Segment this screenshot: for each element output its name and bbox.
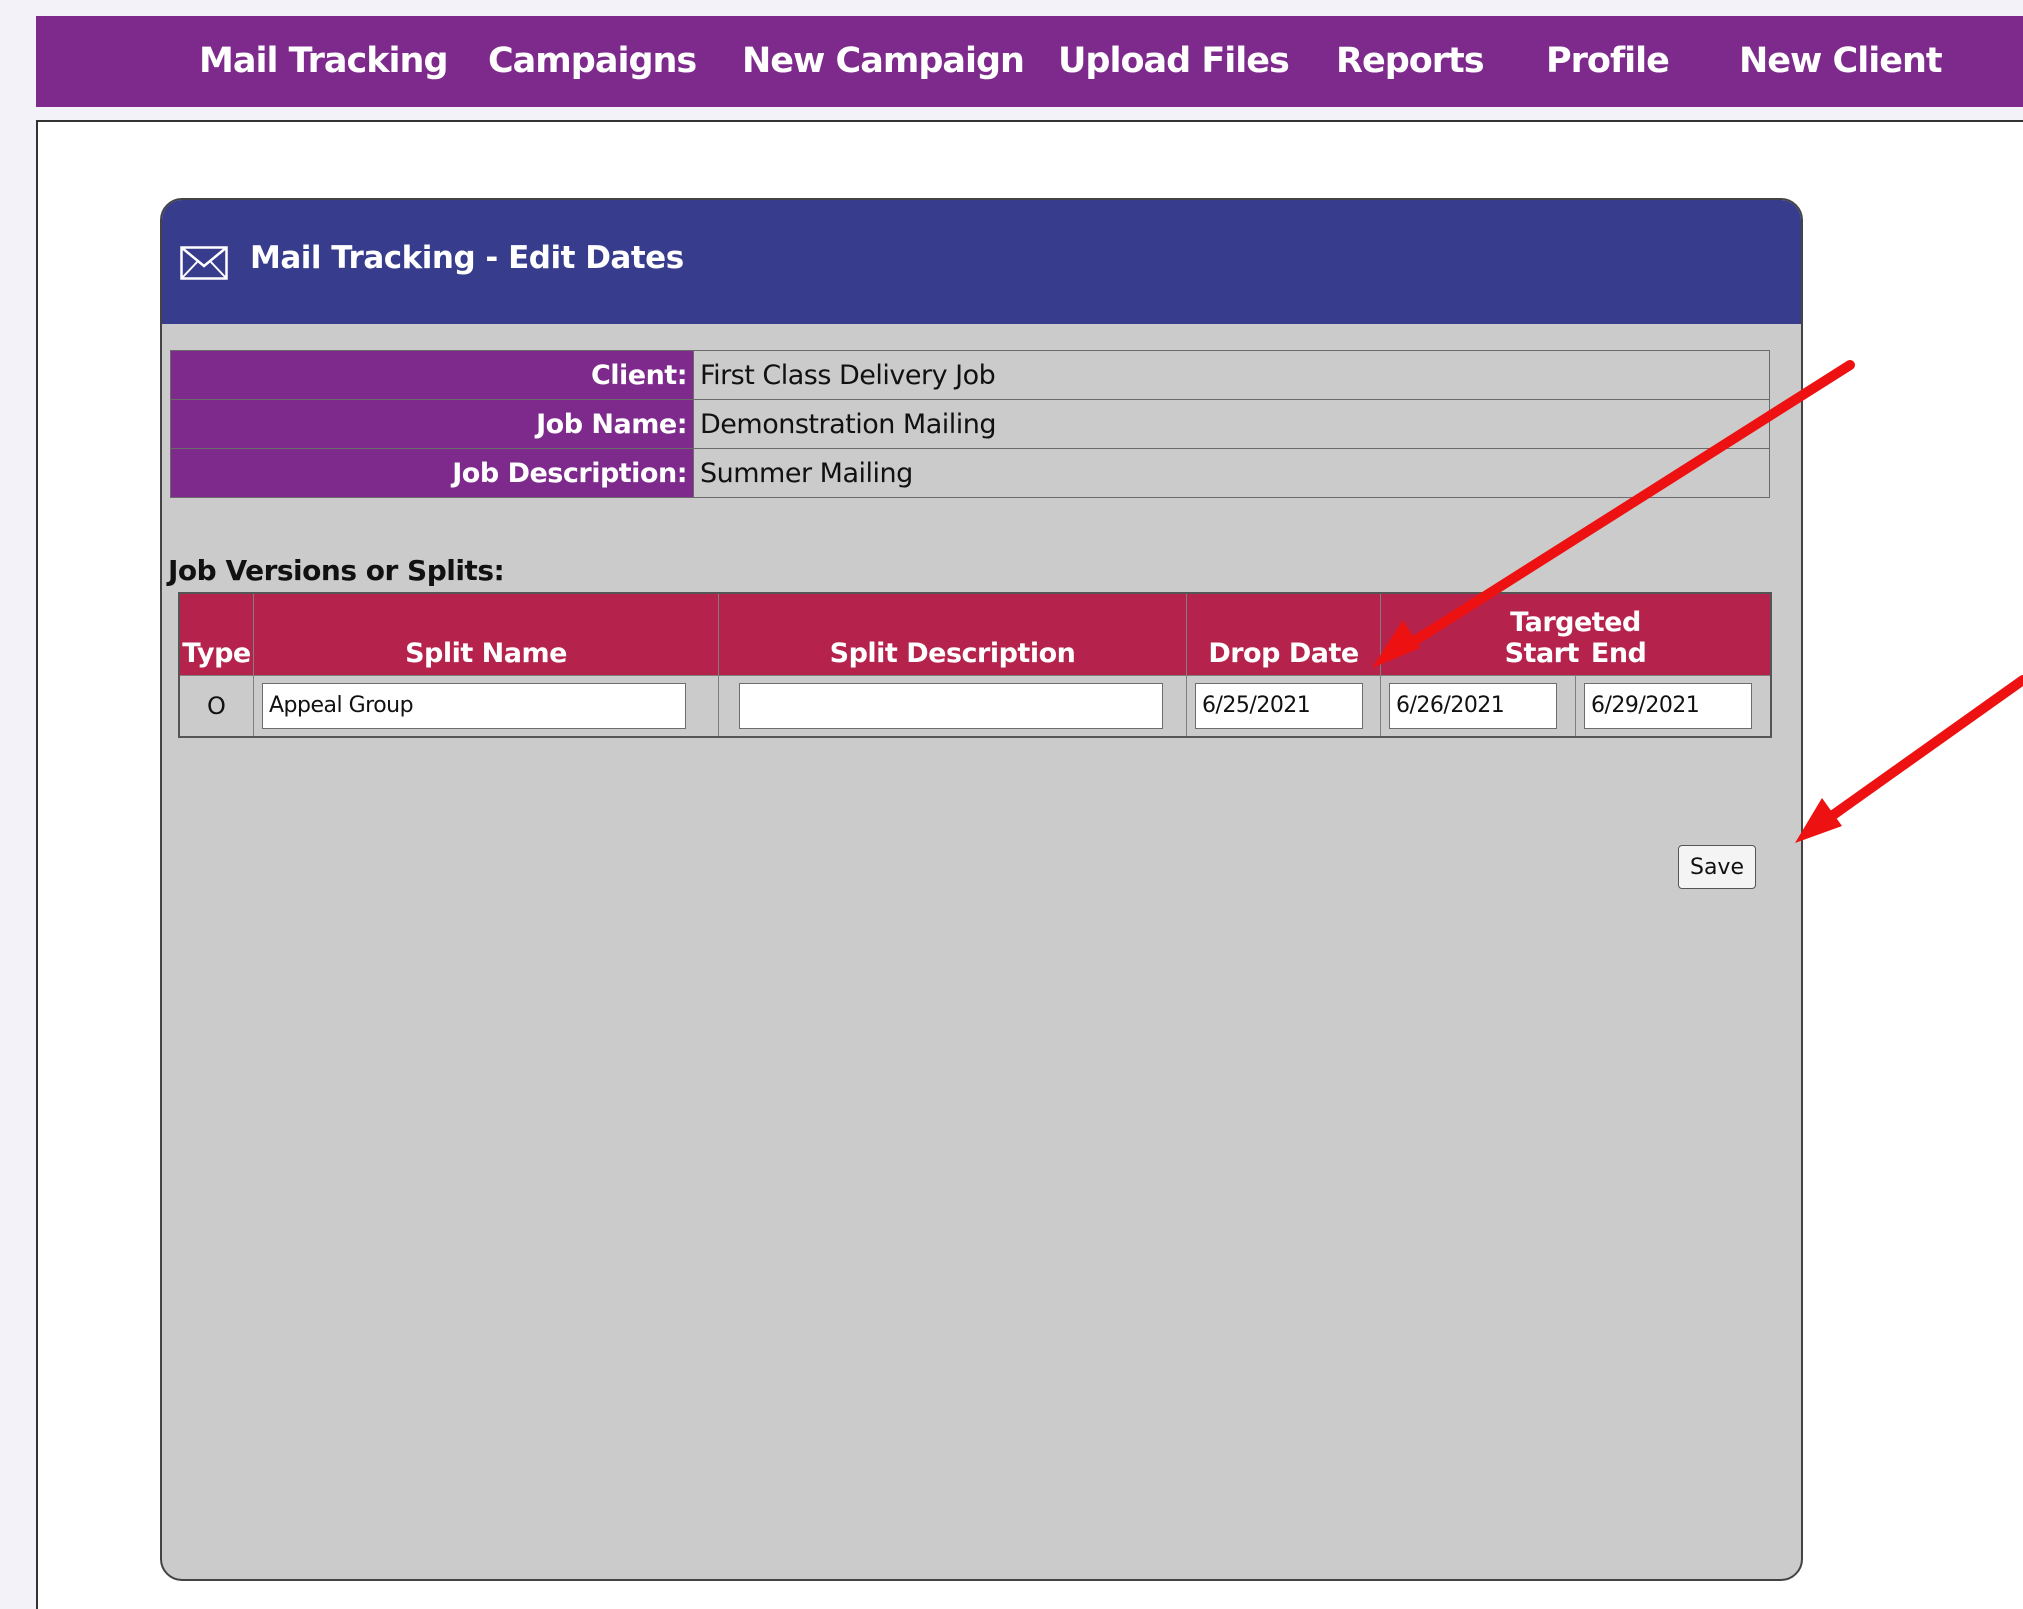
split-description-cell (718, 674, 1187, 737)
type-cell: O (178, 674, 254, 737)
nav-mail-tracking[interactable]: Mail Tracking (199, 16, 449, 107)
target-start-input[interactable] (1389, 682, 1557, 729)
split-description-input[interactable] (739, 682, 1163, 729)
panel-header: Mail Tracking - Edit Dates (162, 200, 1801, 324)
target-end-cell (1575, 674, 1772, 737)
target-start-cell (1380, 674, 1576, 737)
job-name-row: Job Name: Demonstration Mailing (170, 399, 1770, 449)
splits-table: Type Split Name Split Description Drop D… (178, 592, 1772, 738)
targeted-subheaders: Start End (1381, 638, 1770, 669)
client-value: First Class Delivery Job (693, 350, 1770, 400)
nav-profile[interactable]: Profile (1546, 16, 1670, 107)
job-description-value: Summer Mailing (693, 448, 1770, 498)
type-header: Type (178, 592, 254, 676)
target-end-header: End (1590, 637, 1647, 669)
split-description-header: Split Description (718, 592, 1187, 676)
drop-date-cell (1186, 674, 1381, 737)
split-name-input[interactable] (262, 682, 686, 729)
job-name-value: Demonstration Mailing (693, 399, 1770, 449)
job-description-label: Job Description: (170, 448, 694, 498)
target-start-header: Start (1504, 637, 1580, 669)
target-end-input[interactable] (1584, 682, 1752, 729)
splits-section-label: Job Versions or Splits: (168, 554, 505, 587)
nav-reports[interactable]: Reports (1336, 16, 1485, 107)
splits-header-row: Type Split Name Split Description Drop D… (178, 592, 1772, 676)
job-description-row: Job Description: Summer Mailing (170, 448, 1770, 498)
top-nav-bar: Mail Tracking Campaigns New Campaign Upl… (36, 16, 2023, 107)
nav-upload-files[interactable]: Upload Files (1058, 16, 1290, 107)
table-row: O (178, 674, 1772, 737)
job-info-table: Client: First Class Delivery Job Job Nam… (170, 350, 1770, 498)
split-name-cell (253, 674, 719, 737)
save-button[interactable]: Save (1678, 845, 1756, 889)
client-label: Client: (170, 350, 694, 400)
client-row: Client: First Class Delivery Job (170, 350, 1770, 400)
job-name-label: Job Name: (170, 399, 694, 449)
drop-date-header: Drop Date (1186, 592, 1381, 676)
nav-new-client[interactable]: New Client (1739, 16, 1943, 107)
edit-dates-panel: Mail Tracking - Edit Dates Client: First… (160, 198, 1803, 1581)
drop-date-input[interactable] (1195, 682, 1363, 729)
envelope-icon (180, 246, 228, 280)
targeted-header: Targeted Start End (1380, 592, 1772, 676)
nav-new-campaign[interactable]: New Campaign (742, 16, 1025, 107)
panel-title: Mail Tracking - Edit Dates (250, 240, 684, 276)
nav-campaigns[interactable]: Campaigns (488, 16, 697, 107)
split-name-header: Split Name (253, 592, 719, 676)
targeted-label: Targeted (1510, 606, 1641, 638)
